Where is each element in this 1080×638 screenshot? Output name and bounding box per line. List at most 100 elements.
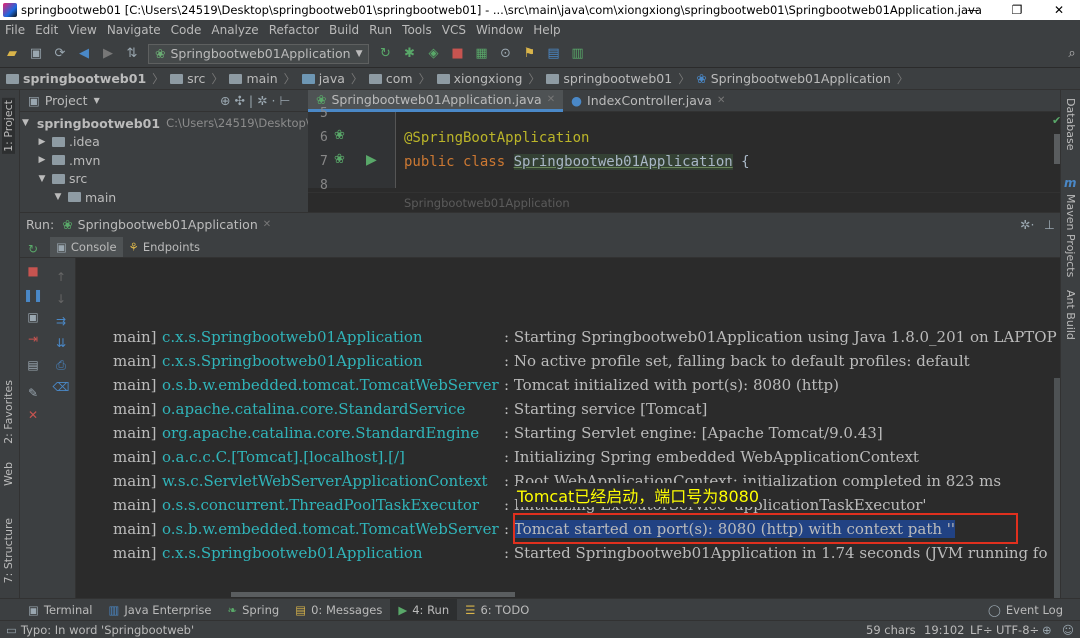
soft-wrap-icon[interactable]: ⇉ — [54, 314, 68, 328]
expand-icon[interactable]: ▼ — [36, 174, 48, 184]
crumb-project[interactable]: springbootweb01 — [0, 71, 152, 86]
vcs-icon[interactable]: ⊙ — [497, 46, 513, 62]
tab-spring[interactable]: ❧ Spring — [219, 599, 287, 621]
tab-console[interactable]: ▣ Console — [50, 236, 123, 257]
maximize-button[interactable]: ❐ — [994, 0, 1040, 20]
ant-tool-tab[interactable]: Ant Build — [1064, 290, 1077, 340]
forward-icon[interactable]: ▶ — [100, 46, 116, 62]
close-tab-icon[interactable]: ✕ — [547, 94, 555, 105]
open-folder-icon[interactable]: ▰ — [4, 46, 20, 62]
search-everywhere-icon[interactable]: ⌕ — [1064, 46, 1080, 62]
tree-node-mvn[interactable]: ▶ .mvn — [20, 151, 308, 170]
tab-run[interactable]: ▶ 4: Run — [390, 598, 458, 621]
code-editor[interactable]: 5 6 ❀ 7 ❀ ▶ 8 @SpringBootApplication pub… — [308, 106, 1061, 212]
pause-icon[interactable]: ❚❚ — [23, 288, 43, 302]
spring-boot-icon[interactable]: ❀ — [334, 152, 345, 167]
collapse-icon[interactable]: ▶ — [36, 155, 48, 165]
rerun-icon[interactable]: ↻ — [26, 242, 40, 256]
console-scrollbar[interactable] — [1054, 378, 1060, 598]
print-icon[interactable]: ⎙ — [54, 358, 68, 372]
tab-springbootweb01application[interactable]: ❀ Springbootweb01Application.java ✕ — [308, 89, 564, 112]
crumb-com[interactable]: com — [363, 71, 419, 86]
locate-icon[interactable]: ⊕ ✣ | ✲ · ⊢ — [220, 93, 290, 108]
console-output[interactable]: main] c.x.s.Springbootweb01Application: S… — [76, 258, 1060, 598]
project-structure-icon[interactable]: ▤ — [545, 46, 561, 62]
web-tool-tab[interactable]: Web — [2, 462, 15, 486]
arrow-down-icon[interactable]: ↓ — [54, 292, 68, 306]
menu-build[interactable]: Build — [324, 23, 364, 37]
close-tab-icon[interactable]: ✕ — [263, 219, 271, 230]
run-config-tab[interactable]: ❀ Springbootweb01Application ✕ — [62, 217, 271, 232]
scroll-to-end-icon[interactable]: ⇊ — [54, 336, 68, 350]
debug-icon[interactable]: ✱ — [401, 46, 417, 62]
chevron-down-icon[interactable]: ▼ — [94, 96, 100, 105]
save-icon[interactable]: ▣ — [28, 46, 44, 62]
sync-icon[interactable]: ⟳ — [52, 46, 68, 62]
console-h-scrollbar[interactable] — [231, 592, 515, 597]
layout-icon[interactable]: ▤ — [26, 358, 40, 372]
menu-analyze[interactable]: Analyze — [206, 23, 263, 37]
menu-refactor[interactable]: Refactor — [264, 23, 324, 37]
tree-node-idea[interactable]: ▶ .idea — [20, 133, 308, 152]
tab-java-enterprise[interactable]: ▥ Java Enterprise — [100, 599, 219, 621]
database-tool-tab[interactable]: Database — [1064, 98, 1077, 151]
line-separator[interactable]: LF÷ — [970, 623, 993, 637]
clear-all-icon[interactable]: ⌫ — [53, 380, 70, 394]
structure-icon[interactable]: ⚑ — [521, 46, 537, 62]
favorites-tool-tab[interactable]: 2: Favorites — [2, 380, 15, 444]
build-icon[interactable]: ⇅ — [124, 46, 140, 62]
menu-window[interactable]: Window — [471, 23, 528, 37]
sdk-icon[interactable]: ▥ — [569, 46, 585, 62]
menu-run[interactable]: Run — [364, 23, 397, 37]
menu-edit[interactable]: Edit — [30, 23, 63, 37]
dump-threads-icon[interactable]: ▣ — [26, 310, 40, 324]
update-app-icon[interactable]: ▦ — [473, 46, 489, 62]
editor-scrollbar[interactable] — [1054, 134, 1060, 164]
menu-help[interactable]: Help — [528, 23, 565, 37]
tab-event-log[interactable]: ◯ Event Log — [980, 599, 1071, 621]
caret-position[interactable]: 19:102 — [924, 623, 964, 637]
settings-icon[interactable]: ✲· — [1020, 217, 1034, 232]
tab-terminal[interactable]: ▣ Terminal — [20, 599, 100, 621]
hide-panel-icon[interactable]: ⊥ — [1044, 217, 1055, 232]
rerun-icon[interactable]: ↻ — [377, 46, 393, 62]
stop-icon[interactable]: ■ — [26, 264, 40, 278]
expand-icon[interactable]: ▼ — [22, 118, 29, 128]
stop-icon[interactable]: ■ — [449, 46, 465, 62]
file-encoding[interactable]: UTF-8÷ — [996, 623, 1039, 637]
close-button[interactable]: ✕ — [1036, 0, 1080, 20]
project-tool-tab[interactable]: 1: Project — [2, 98, 15, 154]
menu-vcs[interactable]: VCS — [437, 23, 471, 37]
crumb-xiongxiong[interactable]: xiongxiong — [431, 71, 529, 86]
inspector-icon[interactable]: ☺ — [1062, 623, 1074, 637]
tree-node-root[interactable]: ▼ springbootweb01 C:\Users\24519\Desktop… — [20, 114, 338, 133]
menu-tools[interactable]: Tools — [397, 23, 437, 37]
tab-indexcontroller[interactable]: ● IndexController.java ✕ — [563, 90, 733, 112]
minimize-button[interactable]: — — [950, 0, 996, 20]
tree-node-src[interactable]: ▼ src — [20, 170, 308, 189]
exit-icon[interactable]: ⇥ — [26, 332, 40, 346]
tab-endpoints[interactable]: ⚘ Endpoints — [123, 237, 207, 257]
crumb-main[interactable]: main — [223, 71, 283, 86]
menu-file[interactable]: File — [0, 23, 30, 37]
tab-messages[interactable]: ▤ 0: Messages — [287, 599, 390, 621]
lock-icon[interactable]: ⊕ — [1042, 623, 1052, 637]
menu-navigate[interactable]: Navigate — [102, 23, 166, 37]
bean-icon[interactable]: ❀ — [334, 128, 345, 143]
coverage-icon[interactable]: ◈ — [425, 46, 441, 62]
arrow-up-icon[interactable]: ↑ — [54, 270, 68, 284]
expand-icon[interactable]: ▼ — [52, 192, 64, 202]
menu-code[interactable]: Code — [166, 23, 207, 37]
crumb-java[interactable]: java — [296, 71, 351, 86]
close-icon[interactable]: ✕ — [26, 408, 40, 422]
project-view-select[interactable]: Project — [45, 93, 88, 108]
run-config-select[interactable]: ❀ Springbootweb01Application ▼ — [148, 43, 370, 64]
menu-view[interactable]: View — [63, 23, 101, 37]
crumb-src[interactable]: src — [164, 71, 211, 86]
tab-todo[interactable]: ☰ 6: TODO — [457, 599, 537, 621]
collapse-icon[interactable]: ▶ — [36, 137, 48, 147]
maven-tool-tab[interactable]: Maven Projects — [1064, 194, 1077, 277]
crumb-springbootweb01[interactable]: springbootweb01 — [540, 71, 678, 86]
back-icon[interactable]: ◀ — [76, 46, 92, 62]
run-gutter-icon[interactable]: ▶ — [366, 152, 377, 168]
